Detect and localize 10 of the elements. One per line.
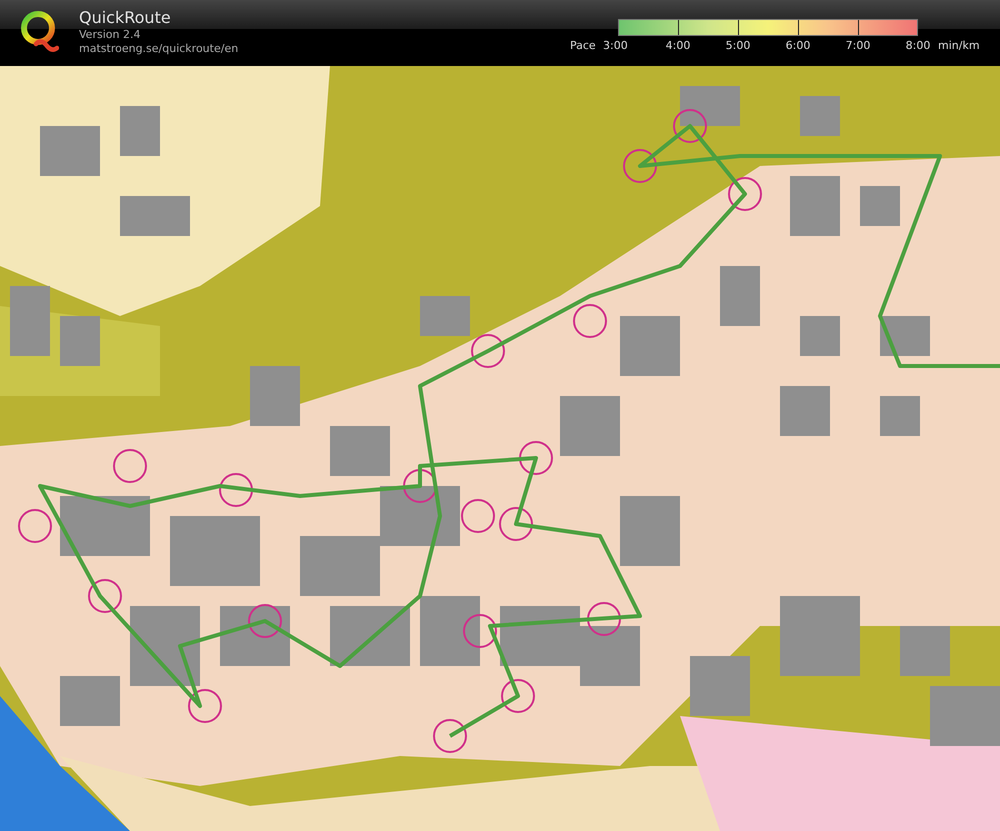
app-title: QuickRoute xyxy=(79,8,172,28)
version-text: Version 2.4 xyxy=(79,28,142,42)
pace-tick-label: 5:00 xyxy=(724,38,752,54)
pace-unit: min/km xyxy=(938,38,980,54)
pace-tick-label: 7:00 xyxy=(844,38,872,54)
website-link[interactable]: matstroeng.se/quickroute/en xyxy=(79,42,238,56)
pace-tick-label: 3:00 xyxy=(603,38,629,54)
pace-label: Pace xyxy=(570,38,597,54)
pace-tick-label: 4:00 xyxy=(664,38,692,54)
pace-tick-label: 6:00 xyxy=(784,38,812,54)
